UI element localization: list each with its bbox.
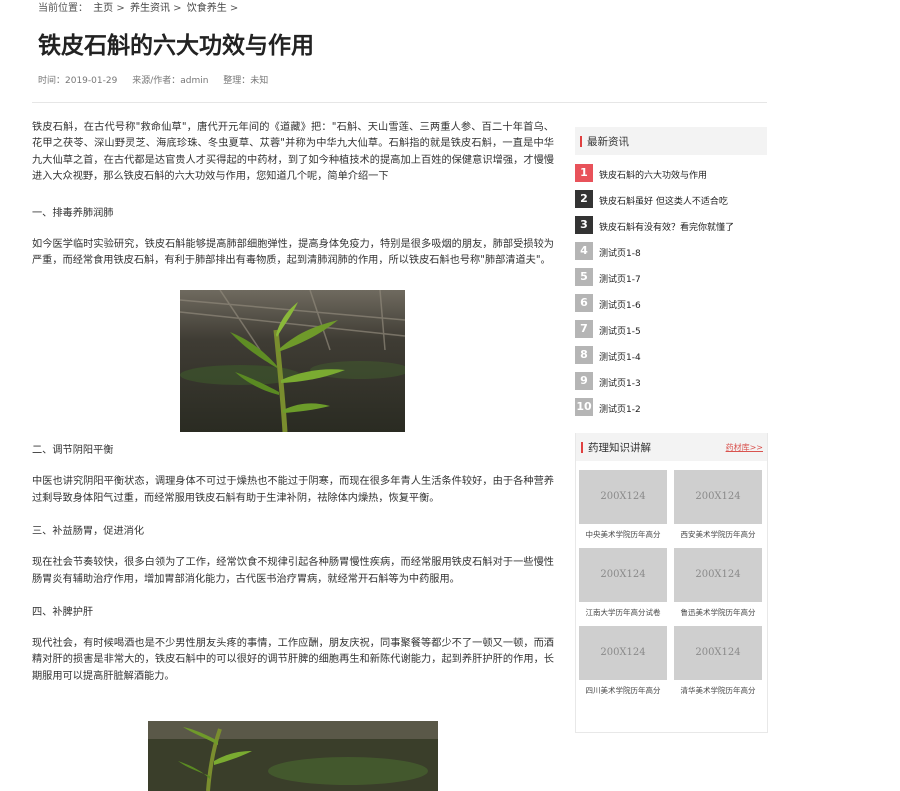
thumbnail-placeholder[interactable]: 200X124 [579,548,667,602]
news-link[interactable]: 铁皮石斛的六大功效与作用 [599,168,707,181]
breadcrumb-separator: > [229,3,239,14]
grid-caption[interactable]: 西安美术学院历年高分 [674,529,762,540]
list-item[interactable]: 8 测试页1-4 [575,342,767,368]
list-item[interactable]: 4 测试页1-8 [575,238,767,264]
grid-item[interactable]: 200X124 清华美术学院历年高分 [674,626,762,696]
grid-caption[interactable]: 江南大学历年高分试卷 [579,607,667,618]
pharma-more-link[interactable]: 药材库>> [726,442,763,453]
rank-badge: 9 [575,372,593,390]
breadcrumb-health-news[interactable]: 养生资讯 [130,3,170,14]
section-2-title: 二、调节阴阳平衡 [32,445,114,457]
pharma-header: 药理知识讲解 药材库>> [576,433,767,461]
section-1-title: 一、排毒养肺润肺 [32,207,114,219]
latest-news-title: 最新资讯 [587,136,629,148]
thumbnail-placeholder[interactable]: 200X124 [674,470,762,524]
pharma-title: 药理知识讲解 [588,442,651,454]
title-divider [32,102,767,103]
breadcrumb-diet-health[interactable]: 饮食养生 [187,3,227,14]
breadcrumb-separator: > [173,3,182,14]
dendrobium-photo [180,290,405,432]
grid-item[interactable]: 200X124 四川美术学院历年高分 [579,626,667,696]
grid-item[interactable]: 200X124 鲁迅美术学院历年高分 [674,548,762,618]
news-link[interactable]: 测试页1-7 [599,272,641,285]
breadcrumb-separator: > [116,3,125,14]
list-item[interactable]: 2 铁皮石斛虽好 但这类人不适合吃 [575,186,767,212]
section-4-text: 现代社会，有时候喝酒也是不少男性朋友头疼的事情，工作应酬，朋友庆祝，同事聚餐等都… [32,638,554,682]
dendrobium-photo-2 [148,721,438,791]
news-link[interactable]: 测试页1-5 [599,324,641,337]
article-source: 来源/作者：admin [132,76,209,86]
section-2-text: 中医也讲究阴阳平衡状态，调理身体不可过于燥热也不能过于阴寒，而现在很多年青人生活… [32,476,554,504]
news-link[interactable]: 测试页1-4 [599,350,641,363]
article-meta: 时间：2019-01-29 来源/作者：admin 整理：未知 [38,73,280,86]
section-1-text: 如今医学临时实验研究，铁皮石斛能够提高肺部细胞弹性，提高身体免疫力，特别是很多吸… [32,238,554,267]
latest-news-panel: 最新资讯 1 铁皮石斛的六大功效与作用 2 铁皮石斛虽好 但这类人不适合吃 3 铁皮石… [575,127,767,420]
breadcrumb: 当前位置： 主页 > 养生资讯 > 饮食养生 > [38,0,240,14]
grid-caption[interactable]: 中央美术学院历年高分 [579,529,667,540]
rank-badge: 8 [575,346,593,364]
list-item[interactable]: 6 测试页1-6 [575,290,767,316]
latest-news-header: 最新资讯 [575,127,767,155]
breadcrumb-home[interactable]: 主页 [93,3,113,14]
pharma-panel: 药理知识讲解 药材库>> 200X124 中央美术学院历年高分 200X124 … [575,433,768,733]
news-link[interactable]: 测试页1-8 [599,246,641,259]
section-4-title: 四、补脾护肝 [32,607,94,619]
header-accent-bar [580,136,582,147]
list-item[interactable]: 3 铁皮石斛有没有效？看完你就懂了 [575,212,767,238]
rank-badge: 5 [575,268,593,286]
news-link[interactable]: 铁皮石斛虽好 但这类人不适合吃 [599,194,728,207]
news-link[interactable]: 铁皮石斛有没有效？看完你就懂了 [599,220,734,233]
rank-badge: 6 [575,294,593,312]
rank-badge: 7 [575,320,593,338]
header-accent-bar [581,442,583,453]
thumbnail-placeholder[interactable]: 200X124 [674,626,762,680]
news-link[interactable]: 测试页1-3 [599,376,641,389]
grid-caption[interactable]: 四川美术学院历年高分 [579,685,667,696]
rank-badge: 1 [575,164,593,182]
article-editor: 整理：未知 [223,76,269,86]
grid-caption[interactable]: 清华美术学院历年高分 [674,685,762,696]
thumbnail-placeholder[interactable]: 200X124 [674,548,762,602]
rank-badge: 2 [575,190,593,208]
rank-badge: 4 [575,242,593,260]
list-item[interactable]: 5 测试页1-7 [575,264,767,290]
thumbnail-placeholder[interactable]: 200X124 [579,470,667,524]
list-item[interactable]: 10 测试页1-2 [575,394,767,420]
list-item[interactable]: 7 测试页1-5 [575,316,767,342]
grid-item[interactable]: 200X124 江南大学历年高分试卷 [579,548,667,618]
grid-caption[interactable]: 鲁迅美术学院历年高分 [674,607,762,618]
news-link[interactable]: 测试页1-2 [599,402,641,415]
article-title: 铁皮石斛的六大功效与作用 [38,33,314,59]
list-item[interactable]: 1 铁皮石斛的六大功效与作用 [575,160,767,186]
latest-news-list: 1 铁皮石斛的六大功效与作用 2 铁皮石斛虽好 但这类人不适合吃 3 铁皮石斛有没有效… [575,160,767,420]
list-item[interactable]: 9 测试页1-3 [575,368,767,394]
section-3-title: 三、补益肠胃，促进消化 [32,526,145,538]
grid-item[interactable]: 200X124 中央美术学院历年高分 [579,470,667,540]
thumbnail-placeholder[interactable]: 200X124 [579,626,667,680]
section-3-text: 现在社会节奏较快，很多白领为了工作，经常饮食不规律引起各种肠胃慢性疾病，而经常服… [32,557,554,585]
news-link[interactable]: 测试页1-6 [599,298,641,311]
rank-badge: 3 [575,216,593,234]
rank-badge: 10 [575,398,593,416]
article-intro: 铁皮石斛，在古代号称"救命仙草"，唐代开元年间的《道藏》把："石斛、天山雪莲、三… [32,122,554,183]
article-time: 时间：2019-01-29 [38,76,118,86]
grid-item[interactable]: 200X124 西安美术学院历年高分 [674,470,762,540]
breadcrumb-prefix: 当前位置： [38,3,88,14]
